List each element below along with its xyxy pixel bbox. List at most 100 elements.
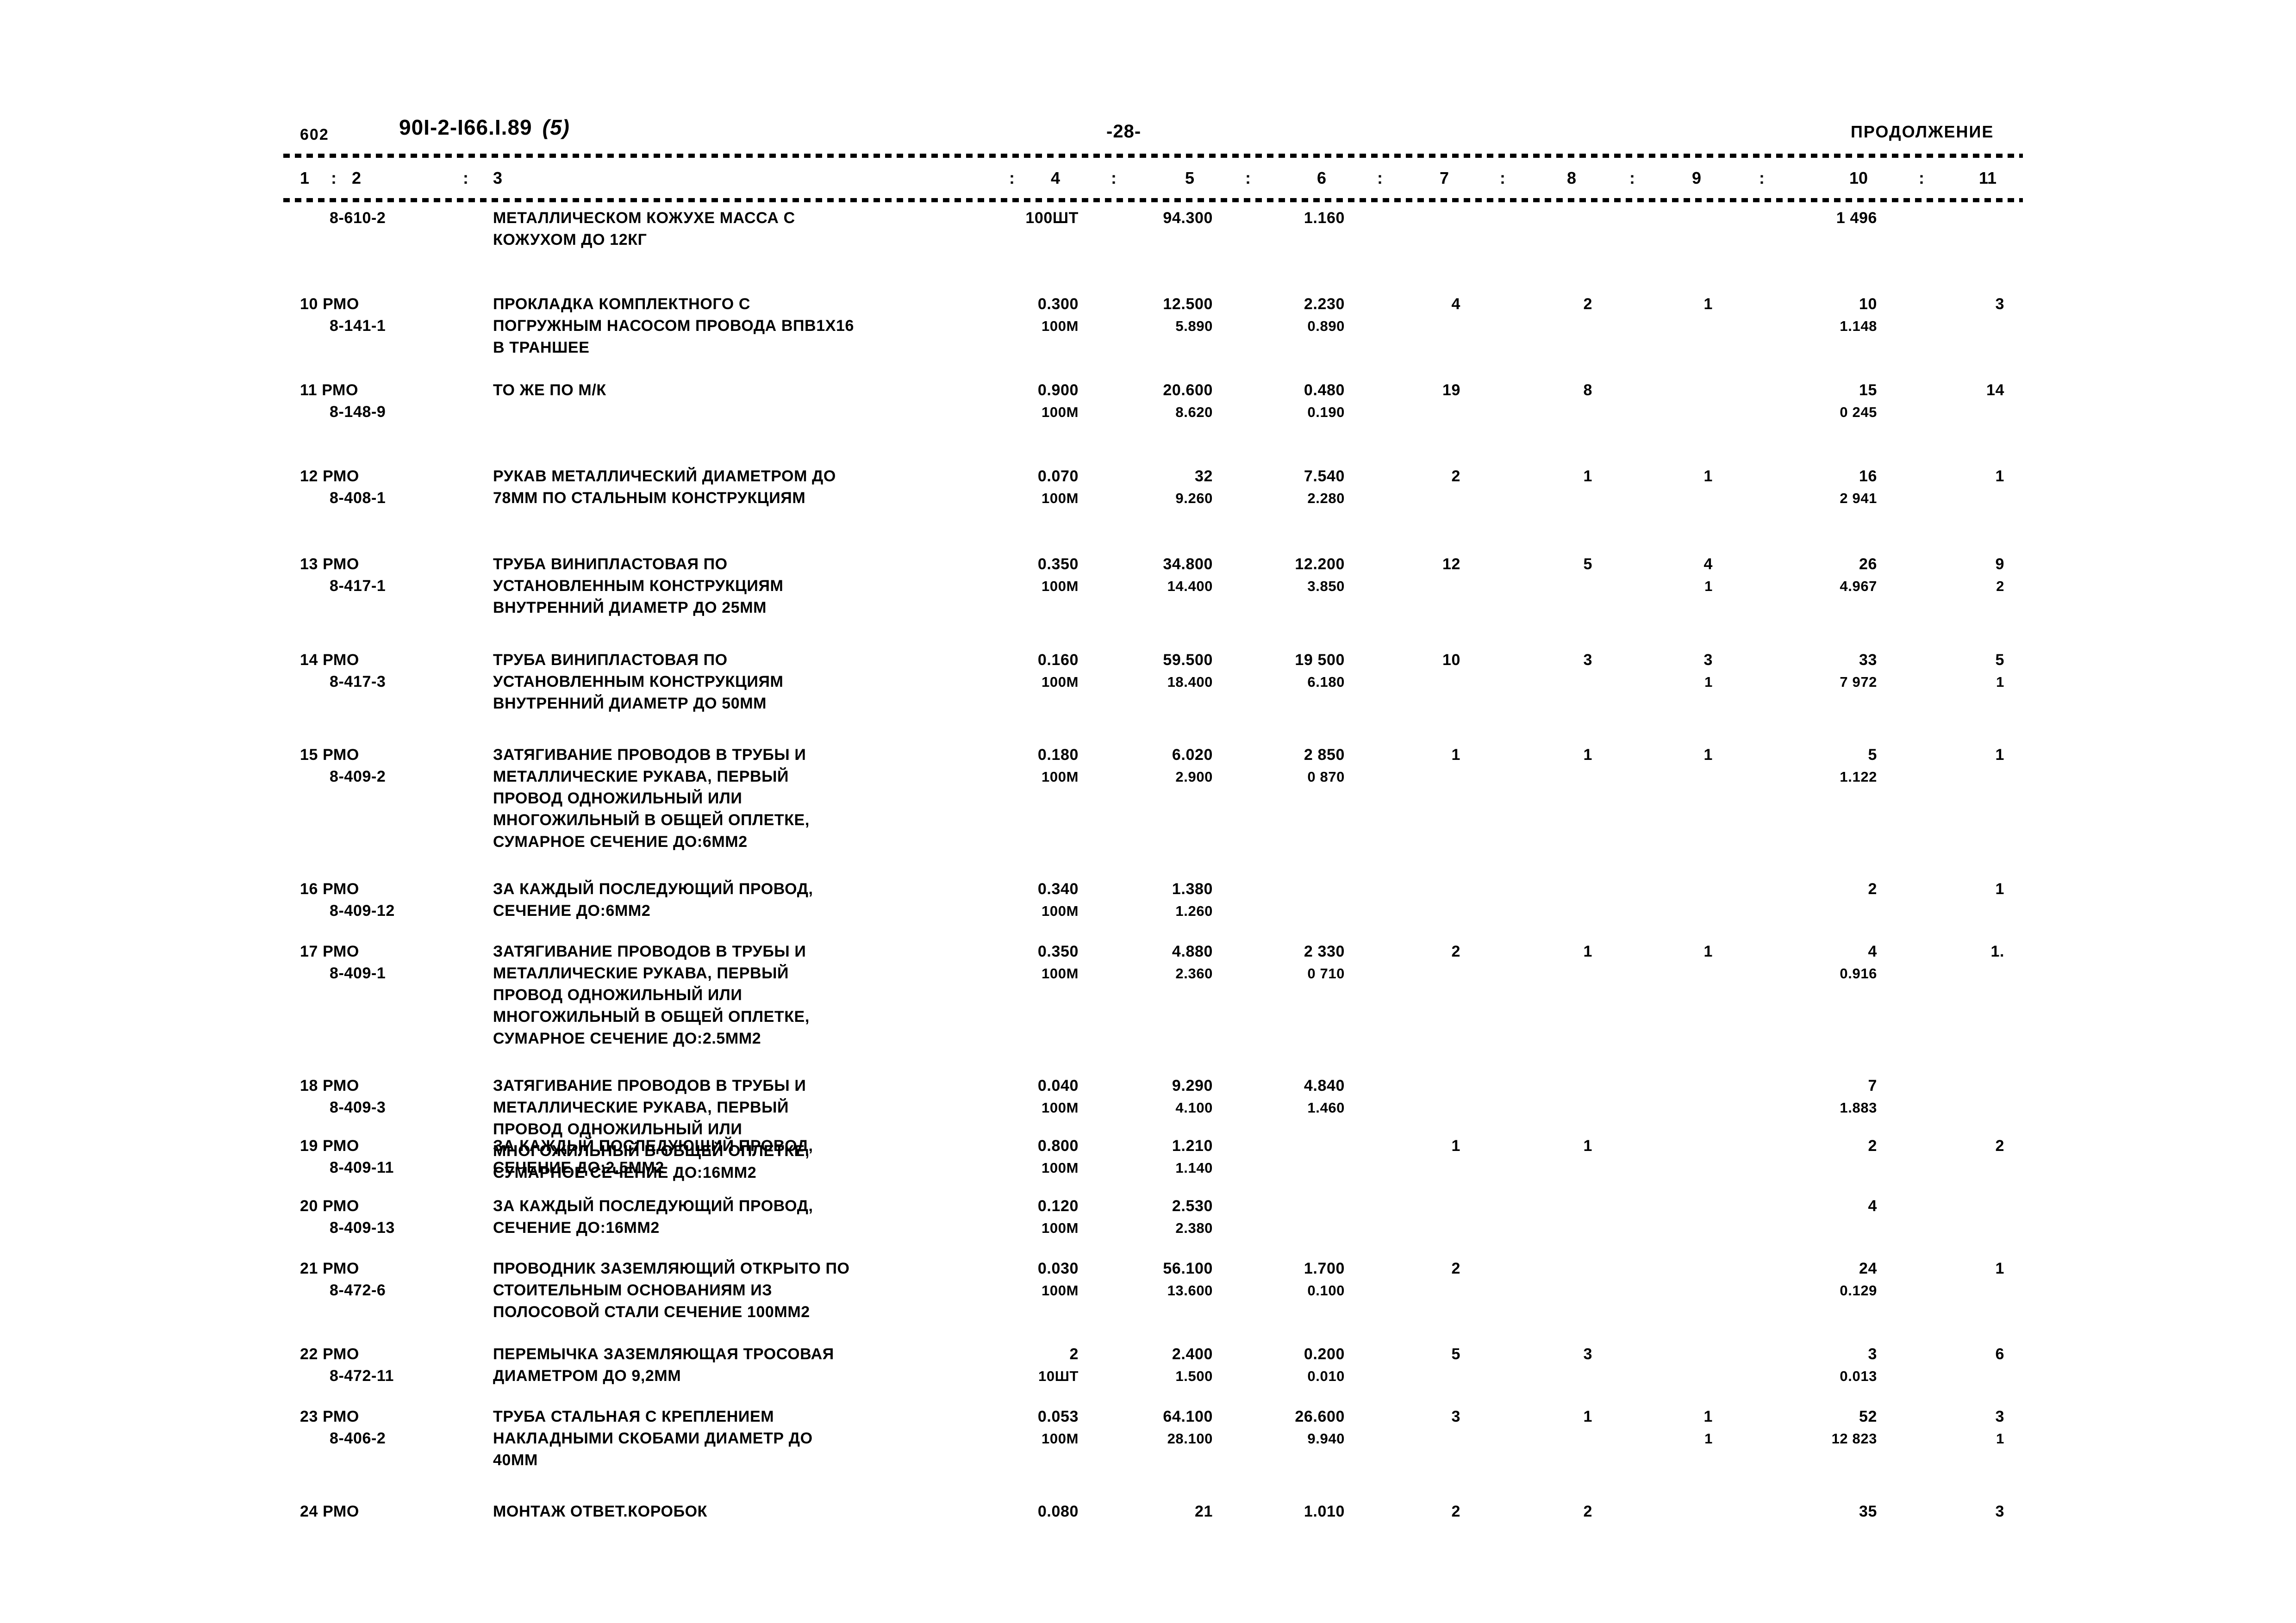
row-value-col-11: 9 <box>1995 555 2004 573</box>
row-description-line: ДИАМЕТРОМ ДО 9,2ММ <box>493 1367 681 1385</box>
column-separator: : <box>331 168 337 187</box>
row-value-col-7: 2 <box>1451 1260 1460 1277</box>
column-header-3: 3 <box>493 168 503 187</box>
table-row[interactable]: 19 РМО 8-409-11 ЗА КАЖДЫЙ ПОСЛЕДУЮЩИЙ ПРОВ… <box>0 1135 2296 1195</box>
column-separator: : <box>1759 168 1765 187</box>
row-description-line: МЕТАЛЛИЧЕСКИЕ РУКАВА, ПЕРВЫЙ <box>493 768 789 785</box>
row-value-col-7: 4 <box>1451 295 1460 313</box>
row-description-line: СЕЧЕНИЕ ДО:16ММ2 <box>493 1219 660 1237</box>
row-value-col-10: 7 972 <box>1840 674 1877 690</box>
row-value-col-4: 100М <box>1042 1100 1079 1116</box>
row-item-number: 22 РМО <box>300 1345 359 1363</box>
row-value-col-5: 18.400 <box>1167 674 1213 690</box>
row-norm-code: 8-409-1 <box>330 964 386 982</box>
row-description-line: ВНУТРЕННИЙ ДИАМЕТР ДО 25ММ <box>493 599 767 616</box>
document-code-main: 90I-2-I66.I.89 <box>399 115 532 139</box>
row-value-col-5: 4.100 <box>1175 1100 1213 1116</box>
row-value-col-4: 100М <box>1042 318 1079 334</box>
row-norm-code: 8-409-11 <box>330 1159 394 1176</box>
row-value-col-7: 1 <box>1451 746 1460 764</box>
row-value-col-5: 2.400 <box>1172 1345 1213 1363</box>
row-norm-code: 8-472-11 <box>330 1367 394 1385</box>
row-value-col-4: 10ШТ <box>1038 1368 1079 1384</box>
row-value-col-5: 1.210 <box>1172 1137 1213 1155</box>
row-value-col-8: 1 <box>1583 467 1592 485</box>
row-value-col-4: 100М <box>1042 1282 1079 1299</box>
table-row[interactable]: 16 РМО 8-409-12 ЗА КАЖДЫЙ ПОСЛЕДУЮЩИЙ ПРОВ… <box>0 878 2296 941</box>
row-value-col-10: 3 <box>1868 1345 1877 1363</box>
row-description-line: РУКАВ МЕТАЛЛИЧЕСКИЙ ДИАМЕТРОМ ДО <box>493 467 836 485</box>
row-value-col-5: 21 <box>1194 1503 1213 1520</box>
table-row[interactable]: 20 РМО 8-409-13 ЗА КАЖДЫЙ ПОСЛЕДУЮЩИЙ ПРОВ… <box>0 1195 2296 1258</box>
table-row[interactable]: 18 РМО 8-409-3 ЗАТЯГИВАНИЕ ПРОВОДОВ В ТРУБ… <box>0 1075 2296 1181</box>
row-description-line: СТОИТЕЛЬНЫМ ОСНОВАНИЯМ ИЗ <box>493 1281 773 1299</box>
row-description-line: ПРОВОД ОДНОЖИЛЬНЫЙ ИЛИ <box>493 986 742 1004</box>
page-marker: -28- <box>1106 121 1142 142</box>
document-code-suffix: (5) <box>542 115 570 139</box>
row-value-col-5: 9.260 <box>1175 490 1213 506</box>
row-norm-code: 8-406-2 <box>330 1430 386 1447</box>
row-value-col-9: 1 <box>1703 943 1713 960</box>
row-value-col-5: 2.360 <box>1175 965 1213 982</box>
row-value-col-5: 94.300 <box>1163 209 1213 227</box>
row-value-col-11: 6 <box>1995 1345 2004 1363</box>
row-value-col-4: 0.800 <box>1037 1137 1079 1155</box>
row-value-col-6: 1.010 <box>1304 1503 1345 1520</box>
row-norm-code: 8-409-12 <box>330 902 395 920</box>
row-value-col-8: 1 <box>1583 943 1592 960</box>
table-row[interactable]: 21 РМО 8-472-6 ПРОВОДНИК ЗАЗЕМЛЯЮЩИЙ ОТКРЫ… <box>0 1258 2296 1343</box>
row-value-col-6: 2.230 <box>1304 295 1345 313</box>
row-value-col-6: 1.700 <box>1304 1260 1345 1277</box>
table-row[interactable]: 22 РМО 8-472-11 ПЕРЕМЫЧКА ЗАЗЕМЛЯЮЩАЯ ТРОС… <box>0 1343 2296 1406</box>
row-value-col-6: 0.010 <box>1307 1368 1345 1384</box>
row-value-col-10: 0.129 <box>1840 1282 1877 1299</box>
row-value-col-5: 2.380 <box>1175 1220 1213 1236</box>
table-row[interactable]: 12 РМО 8-408-1 РУКАВ МЕТАЛЛИЧЕСКИЙ ДИАМЕТР… <box>0 466 2296 553</box>
row-value-col-4: 0.350 <box>1037 555 1079 573</box>
row-value-col-10: 7 <box>1868 1077 1877 1094</box>
row-description-line: ТРУБА СТАЛЬНАЯ С КРЕПЛЕНИЕМ <box>493 1408 774 1425</box>
row-value-col-5: 13.600 <box>1167 1282 1213 1299</box>
row-value-col-5: 1.140 <box>1175 1160 1213 1176</box>
table-row[interactable]: 23 РМО 8-406-2 ТРУБА СТАЛЬНАЯ С КРЕПЛЕНИЕМ… <box>0 1406 2296 1501</box>
row-norm-code: 8-148-9 <box>330 403 386 421</box>
row-value-col-10: 0 245 <box>1840 404 1877 420</box>
row-norm-code: 8-472-6 <box>330 1281 386 1299</box>
row-value-col-10: 10 <box>1859 295 1877 313</box>
row-item-number: 19 РМО <box>300 1137 359 1155</box>
row-value-col-5: 32 <box>1194 467 1213 485</box>
row-value-col-9: 3 <box>1703 651 1713 669</box>
row-item-number: 11 РМО <box>300 381 358 399</box>
row-value-col-4: 0.070 <box>1037 467 1079 485</box>
row-description-line: ЗА КАЖДЫЙ ПОСЛЕДУЮЩИЙ ПРОВОД, <box>493 1197 813 1215</box>
table-row[interactable]: 14 РМО 8-417-3 ТРУБА ВИНИПЛАСТОВАЯ ПО УСТАН… <box>0 649 2296 744</box>
row-value-col-4: 0.040 <box>1037 1077 1079 1094</box>
row-description-line: МЕТАЛЛИЧЕСКИЕ РУКАВА, ПЕРВЫЙ <box>493 1099 789 1116</box>
row-value-col-11: 1 <box>1995 467 2004 485</box>
row-description-line: 78ММ ПО СТАЛЬНЫМ КОНСТРУКЦИЯМ <box>493 489 806 507</box>
table-row[interactable]: 8-610-2 МЕТАЛЛИЧЕСКОМ КОЖУХЕ МАССА С КОЖУХ… <box>0 207 2296 293</box>
column-separator: : <box>1919 168 1924 187</box>
row-description-line: ЗАТЯГИВАНИЕ ПРОВОДОВ В ТРУБЫ И <box>493 1077 806 1094</box>
row-description-line: КОЖУХОМ ДО 12КГ <box>493 231 647 249</box>
row-value-col-5: 59.500 <box>1163 651 1213 669</box>
row-item-number: 21 РМО <box>300 1260 359 1277</box>
row-value-col-6: 6.180 <box>1307 674 1345 690</box>
row-value-col-4: 0.340 <box>1037 880 1079 898</box>
row-norm-code: 8-417-3 <box>330 673 386 690</box>
row-value-col-5: 4.880 <box>1172 943 1213 960</box>
table-row[interactable]: 24 РМО МОНТАЖ ОТВЕТ.КОРОБОК 0.080 21 1.010 2 2… <box>0 1501 2296 1563</box>
row-value-col-9: 1 <box>1704 1430 1713 1447</box>
table-row[interactable]: 13 РМО 8-417-1 ТРУБА ВИНИПЛАСТОВАЯ ПО УСТАН… <box>0 553 2296 649</box>
row-item-number: 20 РМО <box>300 1197 359 1215</box>
column-header-5: 5 <box>1185 168 1195 187</box>
table-row[interactable]: 17 РМО 8-409-1 ЗАТЯГИВАНИЕ ПРОВОДОВ В ТРУБ… <box>0 941 2296 1075</box>
row-value-col-4: 0.030 <box>1037 1260 1079 1277</box>
row-value-col-6: 2 850 <box>1304 746 1345 764</box>
row-value-col-6: 1.160 <box>1304 209 1345 227</box>
row-value-col-5: 2.900 <box>1175 769 1213 785</box>
table-row[interactable]: 10 РМО 8-141-1 ПРОКЛАДКА КОМПЛЕКТНОГО С ПОГ… <box>0 293 2296 379</box>
table-row[interactable]: 15 РМО 8-409-2 ЗАТЯГИВАНИЕ ПРОВОДОВ В ТРУБ… <box>0 744 2296 878</box>
row-value-col-4: 0.120 <box>1037 1197 1079 1215</box>
table-row[interactable]: 11 РМО 8-148-9 ТО ЖЕ ПО М/К 0.900 100М 20.600… <box>0 379 2296 466</box>
